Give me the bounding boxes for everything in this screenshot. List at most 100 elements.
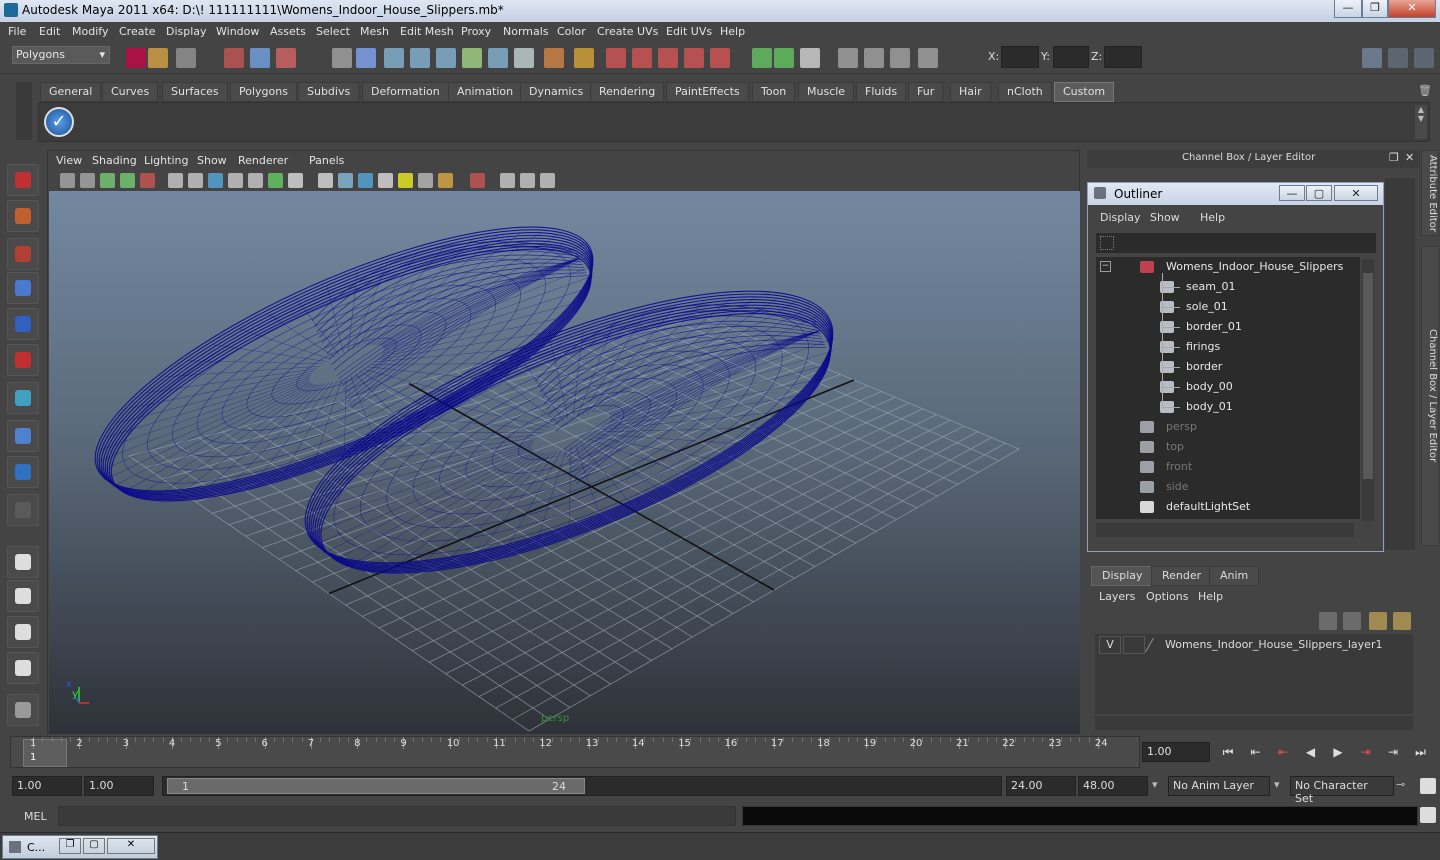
hypershade-layout[interactable] [7,694,39,726]
select-deform-icon[interactable] [462,48,482,68]
input-ops-icon[interactable] [800,48,820,68]
select-misc-icon[interactable] [544,48,564,68]
outliner-item-sole-01[interactable]: sole_01 [1096,297,1360,317]
panel-menu-show[interactable]: Show [197,154,227,167]
shelf-tab-surfaces[interactable]: Surfaces [162,82,228,102]
shelf-tab-fur[interactable]: Fur [908,82,944,102]
script-type-toggle[interactable]: MEL [24,810,47,823]
outliner-item-body-00[interactable]: body_00 [1096,377,1360,397]
key-icon[interactable]: ⊸ [1396,778,1405,791]
outliner-menu-help[interactable]: Help [1200,211,1225,224]
panel-tool-7-icon[interactable] [208,173,223,188]
float-icon[interactable]: ❐ [1389,151,1399,164]
perspective-viewport[interactable]: persp y x [49,191,1080,734]
shelf-tab-ncloth[interactable]: nCloth [998,82,1052,102]
shelf-tab-general[interactable]: General [40,82,102,102]
script-editor-icon[interactable] [1420,807,1436,823]
layer-tab-anim[interactable]: Anim [1209,566,1260,586]
lock-selection-icon[interactable] [332,48,352,68]
single-perspective-layout[interactable] [7,546,39,578]
select-tool[interactable] [7,164,39,196]
checkmark-icon[interactable]: ✓ [44,107,74,137]
panel-tool-14-icon[interactable] [358,173,373,188]
menu-modify[interactable]: Modify [72,25,108,38]
maximize-icon[interactable]: ▢ [83,838,105,854]
viewport-canvas[interactable] [49,191,1080,734]
render-frame-icon[interactable] [890,48,910,68]
menu-create[interactable]: Create [119,25,156,38]
shelf-tab-dynamics[interactable]: Dynamics [520,82,593,102]
layer-visibility-toggle[interactable]: V [1099,636,1121,654]
panel-menu-view[interactable]: View [56,154,82,167]
command-input[interactable] [58,806,736,826]
manipulator-icon[interactable] [7,382,39,414]
outliner-item-camera-top[interactable]: top [1096,437,1360,457]
panel-tool-11-icon[interactable] [288,173,303,188]
panel-menu-shading[interactable]: Shading [92,154,137,167]
show-channel-box-icon[interactable] [1362,48,1382,68]
shelf-tab-subdivs[interactable]: Subdivs [298,82,360,102]
outliner-item-camera-side[interactable]: side [1096,477,1360,497]
z-field[interactable] [1104,46,1142,68]
shelf-tab-curves[interactable]: Curves [102,82,159,102]
playback-end-field[interactable]: 24.00 [1006,776,1076,796]
cube-icon[interactable] [7,344,39,376]
outliner-layout[interactable] [7,616,39,648]
panel-tool-8-icon[interactable] [228,173,243,188]
outliner-maximize-button[interactable]: ▢ [1306,185,1332,201]
panel-tool-13-icon[interactable] [338,173,353,188]
menu-proxy[interactable]: Proxy [461,25,491,38]
anim-layer-dropdown[interactable]: No Anim Layer [1168,776,1270,796]
layer-horizontal-scrollbar[interactable] [1095,716,1413,730]
outliner-item-camera-front[interactable]: front [1096,457,1360,477]
panel-tool-0-icon[interactable] [60,173,75,188]
shelf-tab-deformation[interactable]: Deformation [362,82,449,102]
go-to-end-icon[interactable]: ⏭ [1413,744,1429,760]
select-joint-icon[interactable] [384,48,404,68]
select-component-icon[interactable] [276,48,296,68]
select-hierarchy-icon[interactable] [224,48,244,68]
open-scene-icon[interactable] [148,48,168,68]
menu-color[interactable]: Color [557,25,586,38]
lasso-tool[interactable] [7,200,39,232]
range-handle[interactable]: 1 24 [167,778,585,794]
layer-name[interactable]: Womens_Indoor_House_Slippers_layer1 [1165,638,1382,651]
side-tab-attribute-editor[interactable]: Attribute Editor [1421,150,1439,236]
output-ops-icon[interactable] [864,48,884,68]
outliner-item-body-01[interactable]: body_01 [1096,397,1360,417]
minimize-button[interactable]: — [1334,0,1362,18]
panel-tool-15-icon[interactable] [378,173,393,188]
highlight-selection-icon[interactable] [632,48,652,68]
outliner-item-defaultlightset[interactable]: defaultLightSet [1096,497,1360,517]
snap-curve-icon[interactable] [684,48,704,68]
four-view-layout[interactable] [7,580,39,612]
select-render-icon[interactable] [514,48,534,68]
outliner-item-border[interactable]: border [1096,357,1360,377]
shelf-tab-custom[interactable]: Custom [1054,82,1115,102]
last-tool[interactable] [7,494,39,526]
select-surface-icon[interactable] [436,48,456,68]
snap-grid-icon[interactable] [658,48,678,68]
panel-tool-19-icon[interactable] [470,173,485,188]
layer-menu-help[interactable]: Help [1198,590,1223,603]
menu-window[interactable]: Window [216,25,259,38]
go-to-start-icon[interactable]: ⏮ [1220,744,1236,760]
show-attribute-editor-icon[interactable] [1388,48,1408,68]
layer-menu-options[interactable]: Options [1146,590,1188,603]
new-scene-icon[interactable] [126,48,146,68]
outliner-close-button[interactable]: ✕ [1334,185,1378,201]
end-time-field[interactable]: 48.00 [1078,776,1148,796]
panel-menu-renderer[interactable]: Renderer [238,154,288,167]
help-line-icon[interactable] [574,48,594,68]
new-layer-selected-icon[interactable] [1343,612,1361,630]
save-scene-icon[interactable] [176,48,196,68]
menu-display[interactable]: Display [166,25,207,38]
outliner-minimize-button[interactable]: — [1279,185,1305,201]
paint-select-tool[interactable] [7,238,39,270]
menu-edit[interactable]: Edit [39,25,60,38]
menu-set-dropdown[interactable]: Polygons ▾ [12,46,110,64]
playback-start-field[interactable]: 1.00 [84,776,154,796]
character-set-dropdown[interactable]: No Character Set [1290,776,1394,805]
step-forward-key-icon[interactable]: ⇥ [1385,744,1401,760]
select-handle-icon[interactable] [356,48,376,68]
